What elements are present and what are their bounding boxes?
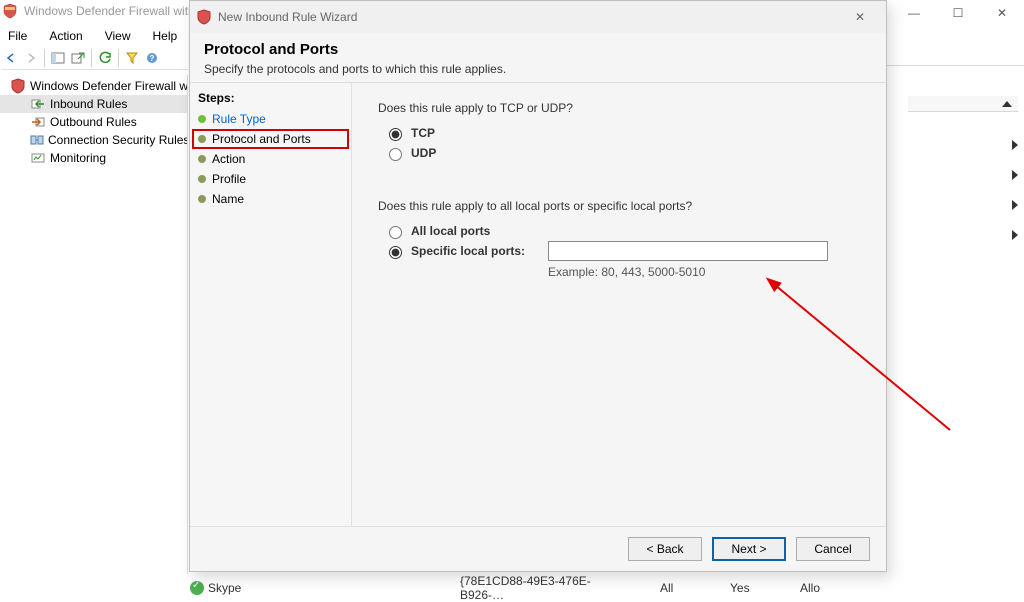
radio-tcp[interactable] [389,128,402,141]
radio-tcp-label: TCP [411,126,435,140]
step-bullet-icon [198,195,206,203]
radio-udp[interactable] [389,148,402,161]
radio-tcp-row[interactable]: TCP [384,125,860,141]
tree-monitoring[interactable]: Monitoring [0,149,187,167]
connection-security-icon [30,132,44,148]
svg-text:?: ? [150,54,155,63]
rule-list-row[interactable]: Skype {78E1CD88-49E3-476E-B926-… All Yes… [190,579,1024,597]
wizard-footer: < Back Next > Cancel [190,526,886,571]
firewall-shield-icon [10,78,26,94]
rule-group: {78E1CD88-49E3-476E-B926-… [460,574,630,602]
menu-help[interactable]: Help [151,28,180,44]
step-bullet-icon [198,175,206,183]
wizard-subheading: Specify the protocols and ports to which… [204,62,872,76]
wizard-header: Protocol and Ports Specify the protocols… [190,33,886,83]
radio-udp-row[interactable]: UDP [384,145,860,161]
step-protocol-and-ports[interactable]: Protocol and Ports [192,129,349,149]
steps-label: Steps: [192,91,349,109]
toolbar-filter-icon[interactable] [123,49,141,67]
tree-root-label: Windows Defender Firewall with [30,79,187,93]
back-button[interactable]: < Back [628,537,702,561]
next-button[interactable]: Next > [712,537,786,561]
expand-icon[interactable] [1012,200,1018,210]
step-label: Rule Type [212,112,266,126]
menu-view[interactable]: View [103,28,133,44]
step-action[interactable]: Action [192,149,349,169]
step-label: Profile [212,172,246,186]
specific-ports-input[interactable] [548,241,828,261]
collapse-icon[interactable] [1002,101,1012,107]
allowed-rule-icon [190,581,204,595]
firewall-shield-icon [2,3,18,19]
monitoring-icon [30,150,46,166]
menu-file[interactable]: File [6,28,29,44]
wizard-close-button[interactable]: ✕ [840,4,880,30]
tree-item-label: Outbound Rules [50,115,137,129]
expand-icon[interactable] [1012,140,1018,150]
menu-bar: File Action View Help [2,26,183,46]
step-profile[interactable]: Profile [192,169,349,189]
mmc-title-text: Windows Defender Firewall with [24,4,195,18]
wizard-titlebar[interactable]: New Inbound Rule Wizard ✕ [190,1,886,33]
minimize-button[interactable]: — [892,0,936,26]
rule-action: Allo [800,581,840,595]
wizard-heading: Protocol and Ports [204,41,872,58]
toolbar-show-hide-icon[interactable] [49,49,67,67]
step-bullet-icon [198,135,206,143]
toolbar-forward-icon[interactable] [22,49,40,67]
nav-tree: Windows Defender Firewall with Inbound R… [0,75,188,574]
mmc-title: Windows Defender Firewall with [2,3,195,19]
radio-all-ports[interactable] [389,226,402,239]
step-label: Protocol and Ports [212,132,311,146]
expand-icon[interactable] [1012,170,1018,180]
tree-connection-security[interactable]: Connection Security Rules [0,131,187,149]
wizard-steps-pane: Steps: Rule Type Protocol and Ports Acti… [190,83,352,526]
step-bullet-icon [198,155,206,163]
tree-outbound-rules[interactable]: Outbound Rules [0,113,187,131]
inbound-icon [30,96,46,112]
cancel-button[interactable]: Cancel [796,537,870,561]
rule-enabled: Yes [730,581,770,595]
step-name[interactable]: Name [192,189,349,209]
actions-pane-header [908,96,1018,112]
tree-item-label: Inbound Rules [50,97,127,111]
step-label: Action [212,152,245,166]
expand-icon[interactable] [1012,230,1018,240]
toolbar-help-icon[interactable]: ? [143,49,161,67]
step-rule-type[interactable]: Rule Type [192,109,349,129]
tree-inbound-rules[interactable]: Inbound Rules [0,95,187,113]
radio-all-ports-label: All local ports [411,224,490,238]
parent-window-controls: — ☐ ✕ [892,0,1024,26]
toolbar-back-icon[interactable] [2,49,20,67]
tree-item-label: Connection Security Rules [48,133,187,147]
tree-root[interactable]: Windows Defender Firewall with [0,77,187,95]
toolbar: ? [2,46,188,70]
question-protocol: Does this rule apply to TCP or UDP? [378,101,860,115]
tree-item-label: Monitoring [50,151,106,165]
radio-udp-label: UDP [411,146,436,160]
wizard-content: Does this rule apply to TCP or UDP? TCP … [352,83,886,526]
wizard-title: New Inbound Rule Wizard [218,10,840,24]
radio-all-ports-row[interactable]: All local ports [384,223,860,239]
rule-name: Skype [208,581,241,595]
step-bullet-icon [198,115,206,123]
outbound-icon [30,114,46,130]
menu-action[interactable]: Action [47,28,84,44]
new-inbound-rule-wizard: New Inbound Rule Wizard ✕ Protocol and P… [189,0,887,572]
toolbar-export-icon[interactable] [69,49,87,67]
toolbar-refresh-icon[interactable] [96,49,114,67]
radio-specific-ports-label: Specific local ports: [411,244,525,258]
radio-specific-ports[interactable] [389,246,402,259]
wizard-shield-icon [196,9,212,25]
ports-example-text: Example: 80, 443, 5000-5010 [548,265,860,279]
maximize-button[interactable]: ☐ [936,0,980,26]
rule-profile: All [660,581,700,595]
close-button[interactable]: ✕ [980,0,1024,26]
step-label: Name [212,192,244,206]
question-ports: Does this rule apply to all local ports … [378,199,860,213]
